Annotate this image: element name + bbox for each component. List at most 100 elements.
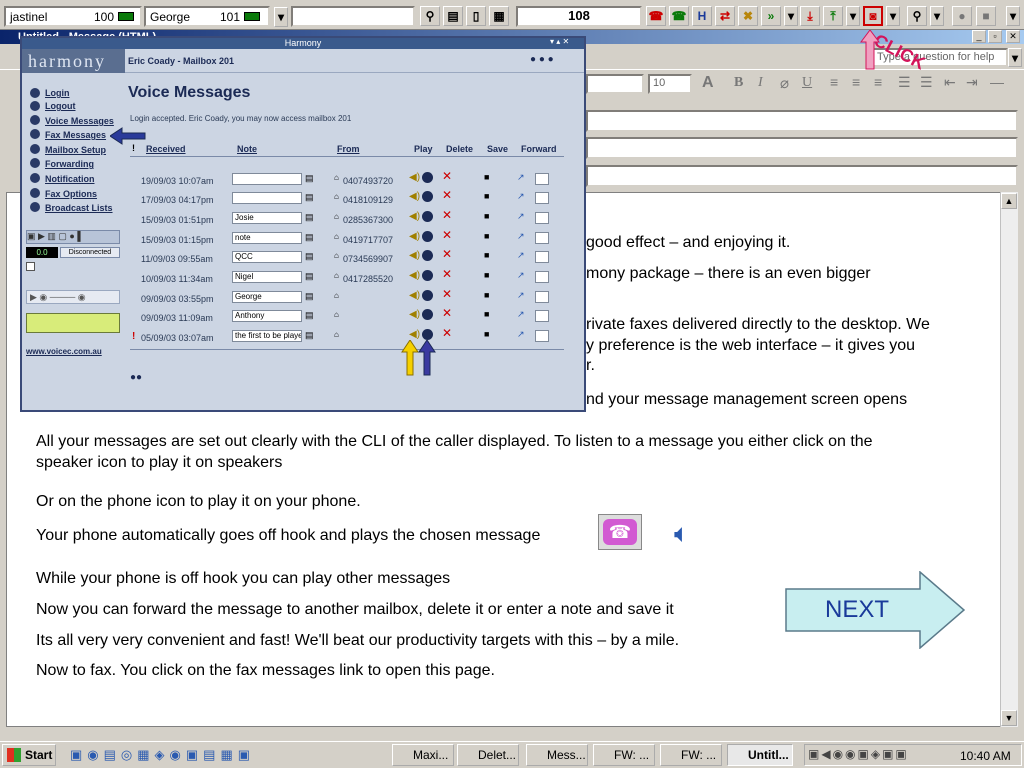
speaker-play-icon[interactable]: ◀) (409, 290, 420, 301)
forward-icon[interactable]: ↗ (517, 290, 525, 301)
nav-voice-messages[interactable]: Voice Messages (45, 116, 114, 126)
toolbar-overflow-icon[interactable]: ▾ (1006, 6, 1020, 26)
conference-icon[interactable]: ✖ (738, 6, 758, 26)
forward-icon[interactable]: » (761, 6, 781, 26)
underline-button[interactable]: U (802, 75, 812, 91)
phone-play-icon[interactable] (422, 191, 433, 202)
nav-notification[interactable]: Notification (45, 174, 95, 184)
save-icon[interactable]: ■ (484, 250, 489, 260)
delete-icon[interactable]: ✕ (442, 267, 452, 281)
note-save-icon[interactable]: ▤ (305, 192, 314, 203)
forward-dropdown-icon[interactable]: ▾ (784, 6, 798, 26)
outdent-icon[interactable]: ⇤ (944, 74, 956, 91)
transfer-icon[interactable]: ⇄ (715, 6, 735, 26)
agent1-field[interactable]: jastinel 100 (4, 6, 142, 27)
phone-play-icon[interactable] (422, 231, 433, 242)
font-color-icon[interactable]: A (702, 74, 714, 92)
horizontal-line-icon[interactable]: — (990, 74, 1004, 90)
font-name-select[interactable] (586, 74, 644, 94)
col-from[interactable]: From (337, 144, 360, 154)
record-icon[interactable]: ● (952, 6, 972, 26)
attach-icon[interactable]: ⌀ (780, 74, 789, 92)
speaker-play-icon[interactable]: ◀) (409, 309, 420, 320)
nav-fax-messages[interactable]: Fax Messages (45, 130, 106, 140)
help-dropdown-icon[interactable]: ▾ (1008, 48, 1022, 67)
phone-play-icon[interactable] (422, 329, 433, 340)
speaker-play-icon[interactable]: ◀) (409, 270, 420, 281)
player-checkbox[interactable] (26, 262, 35, 271)
minimize-button[interactable]: _ (972, 30, 986, 43)
forward-mailbox-input[interactable] (535, 251, 549, 263)
to-field[interactable] (586, 110, 1018, 132)
row-note-input[interactable]: Josie (232, 212, 302, 224)
note-save-icon[interactable]: ▤ (305, 310, 314, 321)
note-save-icon[interactable]: ▤ (305, 173, 314, 184)
forward-mailbox-input[interactable] (535, 192, 549, 204)
note-save-icon[interactable]: ▤ (305, 291, 314, 302)
hold-icon[interactable]: H (692, 6, 712, 26)
scroll-down-icon[interactable]: ▼ (1001, 710, 1017, 726)
italic-button[interactable]: I (758, 75, 763, 91)
pickup-icon[interactable]: ☎ (646, 6, 666, 26)
speaker-play-icon[interactable]: ◀) (409, 250, 420, 261)
scroll-up-icon[interactable]: ▲ (1001, 193, 1017, 209)
row-note-input[interactable] (232, 173, 302, 185)
nav-fax-options[interactable]: Fax Options (45, 189, 97, 199)
delete-icon[interactable]: ✕ (442, 247, 452, 261)
player-controls[interactable]: ▣ ▶ ▥ ▢ ● ▌ (26, 230, 120, 244)
subject-field[interactable] (586, 165, 1018, 187)
speaker-play-icon[interactable]: ◀) (409, 172, 420, 183)
row-note-input[interactable]: Anthony (232, 310, 302, 322)
forward-icon[interactable]: ↗ (517, 172, 525, 183)
align-left-icon[interactable]: ≡ (830, 74, 838, 90)
bullets-icon[interactable]: ☰ (898, 74, 911, 91)
forward-mailbox-input[interactable] (535, 212, 549, 224)
cc-field[interactable] (586, 137, 1018, 159)
forward-icon[interactable]: ↗ (517, 270, 525, 281)
speaker-play-icon[interactable]: ◀) (409, 231, 420, 242)
phone-play-icon[interactable] (422, 211, 433, 222)
row-note-input[interactable]: George (232, 291, 302, 303)
speaker-play-icon[interactable]: ◀) (409, 191, 420, 202)
website-link[interactable]: www.voicec.com.au (26, 347, 102, 356)
forward-icon[interactable]: ↗ (517, 211, 525, 222)
directory-icon[interactable]: ⚲ (907, 6, 927, 26)
save-icon[interactable]: ■ (484, 329, 489, 339)
vertical-scrollbar[interactable] (1000, 192, 1018, 727)
delete-icon[interactable]: ✕ (442, 188, 452, 202)
nav-broadcast-lists[interactable]: Broadcast Lists (45, 203, 113, 213)
save-icon[interactable]: ■ (484, 270, 489, 280)
divert-icon[interactable]: ⤓ (800, 6, 820, 26)
page-icon[interactable]: ▯ (466, 6, 486, 26)
note-save-icon[interactable]: ▤ (305, 212, 314, 223)
card-icon[interactable]: ▤ (443, 6, 463, 26)
task-untitled[interactable]: Untitl... (727, 744, 793, 766)
directory-dropdown-icon[interactable]: ▾ (930, 6, 944, 26)
task-delete[interactable]: Delet... (457, 744, 519, 766)
forward-mailbox-input[interactable] (535, 271, 549, 283)
phone-play-icon[interactable] (422, 290, 433, 301)
phone-keypad-icon[interactable]: ▦ (489, 6, 509, 26)
phone-play-icon[interactable] (422, 309, 433, 320)
forward-icon[interactable]: ↗ (517, 309, 525, 320)
delete-icon[interactable]: ✕ (442, 306, 452, 320)
forward-icon[interactable]: ↗ (517, 250, 525, 261)
forward-mailbox-input[interactable] (535, 173, 549, 185)
align-right-icon[interactable]: ≡ (874, 74, 882, 90)
bottom-nav-icons[interactable]: ●● (130, 372, 142, 383)
close-button[interactable]: ✕ (1006, 30, 1020, 43)
col-note[interactable]: Note (237, 144, 257, 154)
tray-icons[interactable]: ▣◀◉◉▣◈▣▣ (808, 747, 909, 761)
forward-mailbox-input[interactable] (535, 330, 549, 342)
dropdown-arrow-icon[interactable]: ▾ (274, 7, 288, 27)
delete-icon[interactable]: ✕ (442, 326, 452, 340)
task-fw-1[interactable]: FW: ... (593, 744, 655, 766)
row-note-input[interactable]: the first to be played (232, 330, 302, 342)
header-icons[interactable]: ● ● ● (530, 54, 554, 65)
upload-dropdown-icon[interactable]: ▾ (846, 6, 860, 26)
save-icon[interactable]: ■ (484, 172, 489, 182)
volume-slider[interactable]: ▶ ◉ ──── ◉ (26, 290, 120, 304)
task-maxi[interactable]: Maxi... (392, 744, 454, 766)
forward-icon[interactable]: ↗ (517, 191, 525, 202)
speaker-play-icon[interactable]: ◀) (409, 329, 420, 340)
